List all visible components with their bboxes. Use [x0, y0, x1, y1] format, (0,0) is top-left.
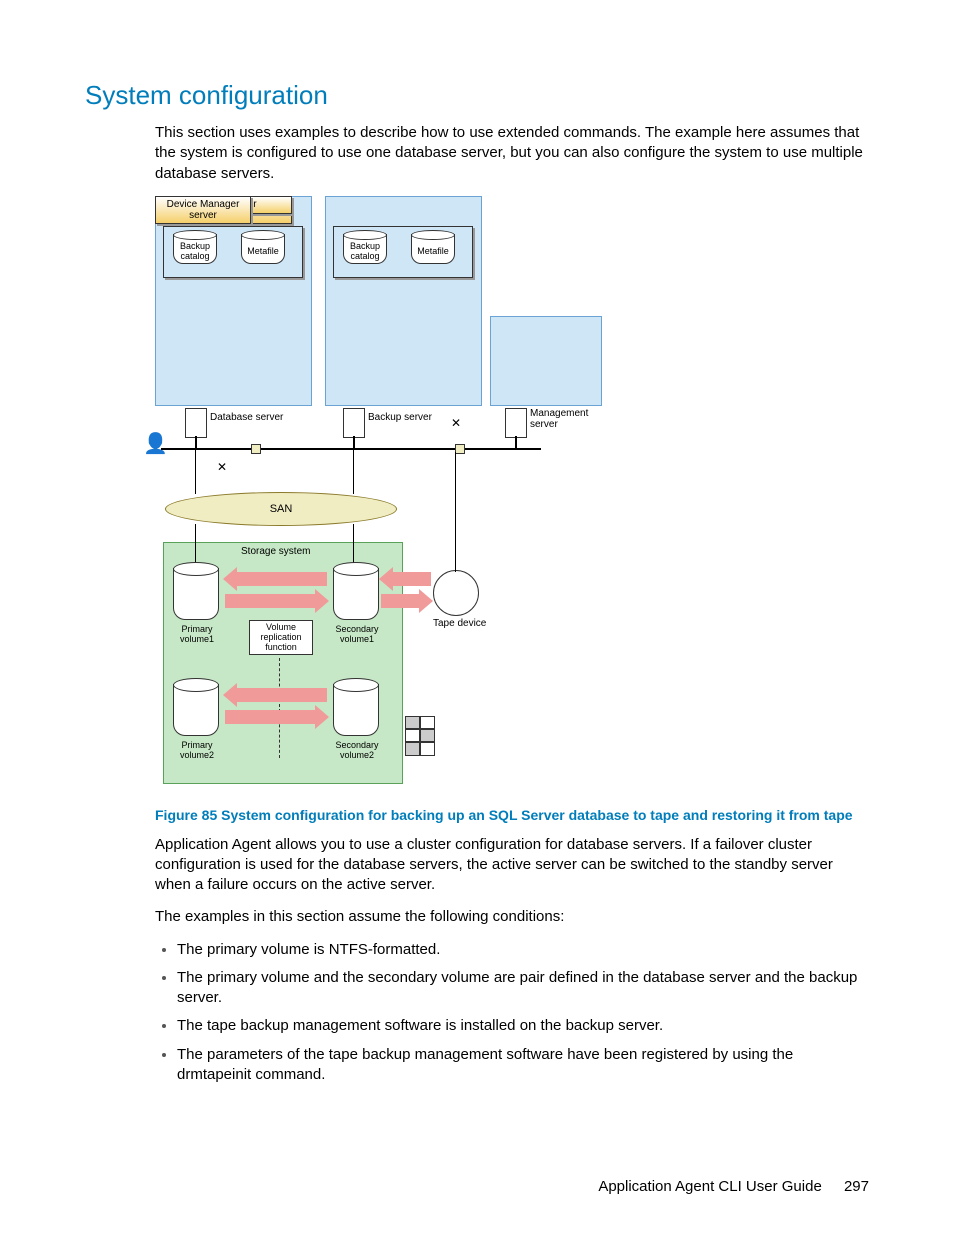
repl-arrow-2r — [225, 710, 315, 724]
db-server-label: Database server — [210, 412, 283, 423]
intro-paragraph: This section uses examples to describe h… — [155, 123, 869, 184]
section-heading: System configuration — [85, 80, 869, 111]
dash-line — [279, 658, 280, 758]
x-mark-2: ✕ — [217, 460, 227, 474]
condition-item: The parameters of the tape backup manage… — [177, 1045, 869, 1086]
tape-label: Tape device — [433, 618, 486, 629]
tape-arrow-r — [381, 594, 419, 608]
tape-arrow-l — [393, 572, 431, 586]
lan-node-2 — [455, 444, 465, 454]
lan-node-1 — [251, 444, 261, 454]
secondary-vol1-cyl — [333, 562, 379, 620]
footer-title: Application Agent CLI User Guide — [598, 1178, 821, 1195]
x-mark-1: ✕ — [451, 416, 461, 430]
catalog-container-2 — [333, 226, 473, 278]
secondary-vol2-cyl — [333, 678, 379, 736]
tape-device-icon — [433, 570, 479, 616]
san-cloud: SAN — [165, 492, 397, 526]
page-number: 297 — [844, 1178, 869, 1195]
pv2-label: Primaryvolume2 — [167, 740, 227, 760]
figure-caption: Figure 85 System configuration for backi… — [155, 806, 869, 825]
mgmt-server-label: Managementserver — [530, 408, 588, 430]
disk-array-icon — [405, 716, 435, 756]
user-icon: 👤 — [143, 431, 168, 456]
pv1-label: Primaryvolume1 — [167, 624, 227, 644]
mgmt-server-icon — [505, 408, 525, 436]
conditions-intro: The examples in this section assume the … — [155, 907, 869, 927]
mgmt-server-panel — [490, 316, 602, 406]
vol-repl-box: Volumereplicationfunction — [249, 620, 313, 656]
conditions-list: The primary volume is NTFS-formatted. Th… — [155, 940, 869, 1086]
dm-server-box: Device Manager server — [155, 196, 251, 224]
catalog-container-1 — [163, 226, 303, 278]
cluster-paragraph: Application Agent allows you to use a cl… — [155, 835, 869, 896]
repl-arrow-1r — [225, 594, 315, 608]
sv1-label: Secondaryvolume1 — [327, 624, 387, 644]
system-config-diagram: Application Agent Backupcatalog Metafile… — [155, 196, 625, 796]
condition-item: The primary volume and the secondary vol… — [177, 968, 869, 1009]
backup-server-icon — [343, 408, 363, 436]
backup-server-label: Backup server — [368, 412, 432, 423]
lan-line — [161, 448, 541, 450]
primary-vol1-cyl — [173, 562, 219, 620]
storage-title: Storage system — [241, 546, 310, 557]
repl-arrow-2l — [237, 688, 327, 702]
primary-vol2-cyl — [173, 678, 219, 736]
sv2-label: Secondaryvolume2 — [327, 740, 387, 760]
db-server-icon — [185, 408, 205, 436]
condition-item: The tape backup management software is i… — [177, 1016, 869, 1036]
repl-arrow-1l — [237, 572, 327, 586]
condition-item: The primary volume is NTFS-formatted. — [177, 940, 869, 960]
page-footer: Application Agent CLI User Guide 297 — [85, 1178, 869, 1195]
